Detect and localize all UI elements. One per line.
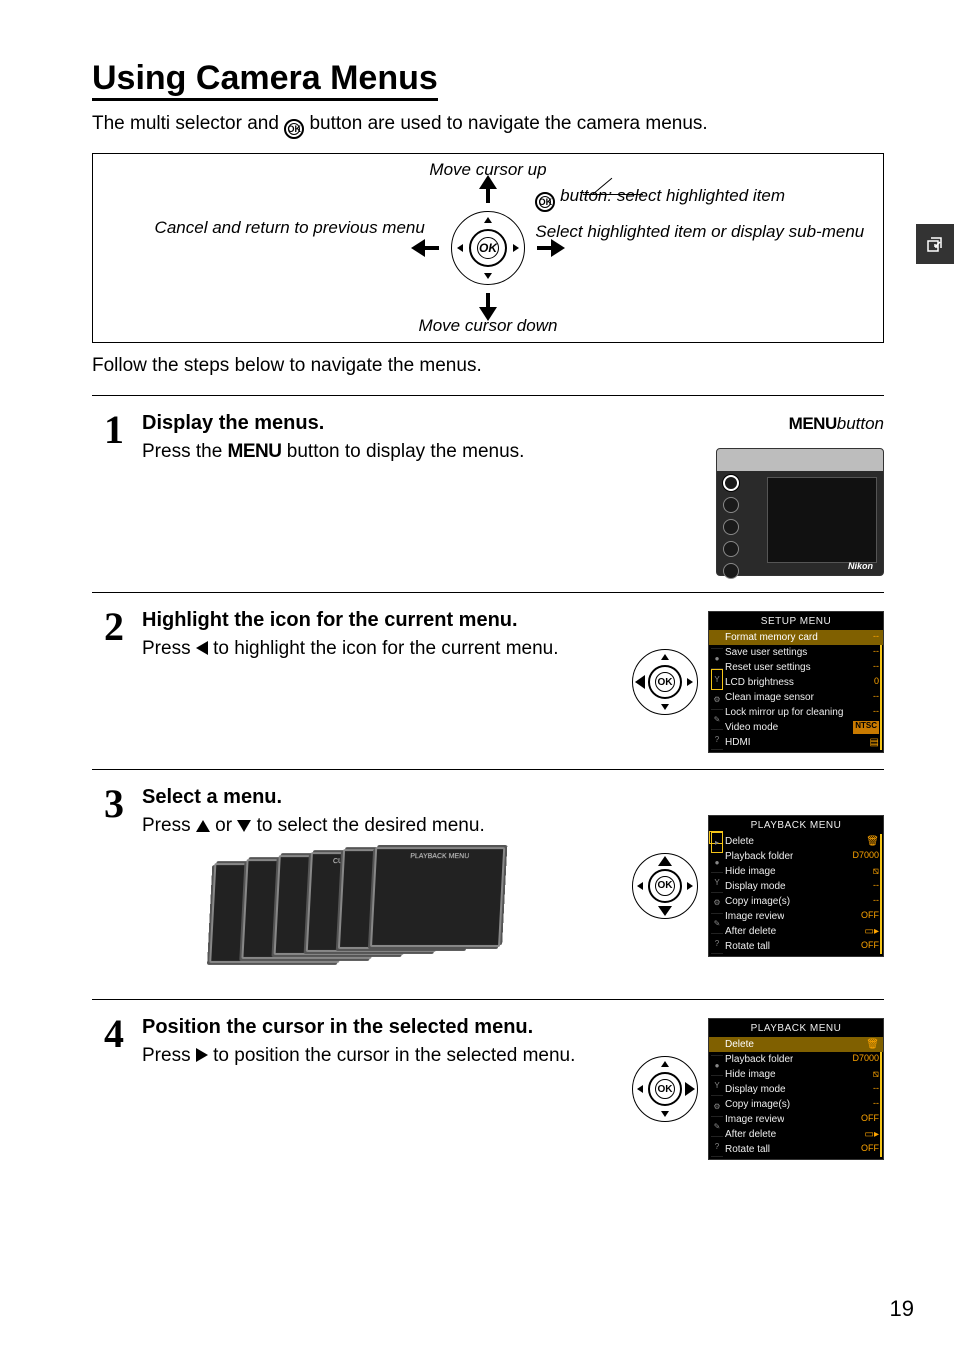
menu-row: Image reviewOFF — [709, 909, 883, 924]
step-body: Press to position the cursor in the sele… — [142, 1043, 586, 1069]
up-arrow-icon — [484, 217, 492, 223]
menu-row: Playback folderD7000 — [709, 1052, 883, 1067]
playback-menu-screen-2: PLAYBACK MENU ▸●Y⚙✎? Delete🗑 Playback fo… — [708, 1018, 884, 1160]
camera-back-illustration: Nikon — [716, 448, 884, 576]
menu-row: Video modeNTSC — [709, 720, 883, 735]
multi-selector-illustration: OK — [451, 211, 525, 285]
menu-row: Hide image⧅ — [709, 1067, 883, 1082]
menu-row: Playback folderD7000 — [709, 849, 883, 864]
step-number: 2 — [92, 603, 124, 753]
intro-post: button are used to navigate the camera m… — [304, 113, 707, 134]
menu-row: Copy image(s)-- — [709, 1097, 883, 1112]
camera-brand: Nikon — [848, 561, 873, 571]
menu-row: Display mode-- — [709, 879, 883, 894]
step-title: Display the menus. — [142, 412, 586, 435]
up-arrow-icon — [658, 856, 672, 866]
section-tab-icon — [925, 234, 945, 254]
ok-icon: OK — [284, 119, 304, 139]
page-number: 19 — [890, 1296, 914, 1322]
step-body: Press to highlight the icon for the curr… — [142, 636, 586, 662]
step-title: Select a menu. — [142, 786, 586, 809]
menu-row: Save user settings-- — [709, 645, 883, 660]
ok-button-icon: OK — [477, 237, 499, 259]
dpad-updown: OK — [632, 853, 698, 919]
lcd-title: PLAYBACK MENU — [709, 818, 883, 834]
step-2: 2 Highlight the icon for the current men… — [92, 593, 884, 770]
menu-row: Delete🗑 — [709, 834, 883, 849]
step-3: 3 Select a menu. Press or to select the … — [92, 770, 884, 1000]
menu-row: After delete▭▸ — [709, 1127, 883, 1142]
diagram-label-cancel: Cancel and return to previous menu — [155, 218, 425, 238]
step-number: 4 — [92, 1010, 124, 1160]
left-arrow-icon — [635, 675, 645, 689]
menu-row: Format memory card-- — [709, 630, 883, 645]
step-number: 3 — [92, 780, 124, 983]
step-body: Press or to select the desired menu. — [142, 813, 586, 839]
menu-row: HDMI▤ — [709, 735, 883, 750]
menu-row: Display mode-- — [709, 1082, 883, 1097]
lcd-title: PLAYBACK MENU — [709, 1021, 883, 1037]
menu-row: Lock mirror up for cleaning-- — [709, 705, 883, 720]
setup-menu-screen: SETUP MENU ▸●Y⚙✎? Format memory card-- S… — [708, 611, 884, 753]
menu-row: Delete🗑 — [709, 1037, 883, 1052]
page-title: Using Camera Menus — [92, 60, 438, 101]
menu-row: Hide image⧅ — [709, 864, 883, 879]
intro-pre: The multi selector and — [92, 113, 284, 134]
step-4: 4 Position the cursor in the selected me… — [92, 1000, 884, 1176]
selector-diagram: Move cursor up OK button: select highlig… — [92, 153, 884, 343]
up-arrow-icon — [196, 820, 210, 832]
dpad-left: OK — [632, 649, 698, 715]
diagram-label-select: Select highlighted item or display sub-m… — [535, 222, 775, 242]
down-arrow-icon — [658, 906, 672, 916]
step-1: 1 Display the menus. Press the MENU butt… — [92, 396, 884, 593]
ok-icon: OK — [535, 192, 555, 212]
step-number: 1 — [92, 406, 124, 576]
lcd-title: SETUP MENU — [709, 614, 883, 630]
dpad-right: OK — [632, 1056, 698, 1122]
menu-row: Clean image sensor-- — [709, 690, 883, 705]
menu-cascade-illustration: MY RETOUCH MENU SETUP MENU CUSTOM SETTIN… — [209, 849, 495, 969]
right-arrow-icon — [685, 1082, 695, 1096]
menu-row: LCD brightness0 — [709, 675, 883, 690]
step-body: Press the MENU button to display the men… — [142, 439, 586, 465]
left-arrow-icon — [196, 641, 208, 655]
menu-button-icon — [723, 475, 739, 491]
follow-text: Follow the steps below to navigate the m… — [92, 355, 884, 377]
menu-row: Reset user settings-- — [709, 660, 883, 675]
right-arrow-icon — [196, 1048, 208, 1062]
step-title: Position the cursor in the selected menu… — [142, 1016, 586, 1039]
down-arrow-icon — [484, 273, 492, 279]
menu-row: Rotate tallOFF — [709, 1142, 883, 1157]
menu-button-caption: MENU button — [789, 414, 884, 434]
diagram-label-ok: OK button: select highlighted item — [535, 186, 785, 212]
step-title: Highlight the icon for the current menu. — [142, 609, 586, 632]
menu-row: Rotate tallOFF — [709, 939, 883, 954]
intro-text: The multi selector and OK button are use… — [92, 113, 884, 139]
left-arrow-icon — [457, 244, 463, 252]
menu-row: Image reviewOFF — [709, 1112, 883, 1127]
menu-row: Copy image(s)-- — [709, 894, 883, 909]
right-arrow-icon — [513, 244, 519, 252]
section-tab-badge — [916, 224, 954, 264]
menu-button-label: MENU — [228, 441, 282, 462]
down-arrow-icon — [237, 820, 251, 832]
playback-menu-screen: PLAYBACK MENU ▸●Y⚙✎? Delete🗑 Playback fo… — [708, 815, 884, 957]
menu-row: After delete▭▸ — [709, 924, 883, 939]
